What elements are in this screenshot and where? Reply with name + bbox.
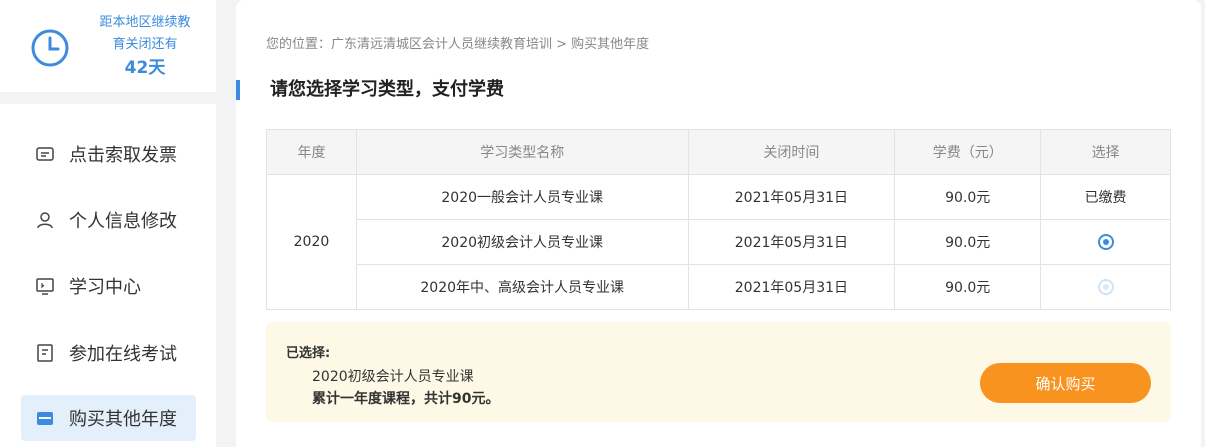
sidebar: 距本地区继续教 育关闭还有 42天 点击索取发票 个人信息修改 学习中心 参加在… [0, 0, 216, 447]
user-icon [37, 212, 53, 229]
close-time: 2021年05月31日 [687, 264, 896, 310]
course-radio-selected[interactable] [1097, 234, 1114, 250]
main-content: 您的位置：广东清远清城区会计人员继续教育培训 > 购买其他年度 请您选择学习类型… [236, 0, 1201, 447]
summary-course: 2020初级会计人员专业课 [312, 369, 474, 385]
header-close-time: 关闭时间 [687, 129, 896, 175]
invoice-icon [36, 147, 54, 161]
table-row: 2020 2020一般会计人员专业课 2021年05月31日 90.0元 已缴费 [266, 174, 1171, 310]
countdown-text: 距本地区继续教 育关闭还有 42天 [80, 12, 210, 80]
table-header-row: 年度 学习类型名称 关闭时间 学费（元） 选择 [266, 129, 1171, 175]
countdown-panel: 距本地区继续教 育关闭还有 42天 [0, 0, 216, 92]
close-time: 2021年05月31日 [687, 219, 896, 265]
header-fee: 学费（元） [894, 129, 1042, 175]
fee: 90.0元 [894, 219, 1042, 265]
sidebar-item-profile[interactable]: 个人信息修改 [21, 197, 196, 243]
course-name: 2020初级会计人员专业课 [355, 219, 689, 265]
header-name: 学习类型名称 [355, 129, 689, 175]
countdown-line2: 育关闭还有 [112, 37, 178, 52]
close-time: 2021年05月31日 [687, 174, 896, 220]
course-name: 2020年中、高级会计人员专业课 [355, 264, 689, 310]
table-row: 2020初级会计人员专业课 2021年05月31日 90.0元 [267, 219, 1171, 265]
sidebar-item-study-center[interactable]: 学习中心 [21, 263, 196, 309]
header-year: 年度 [266, 129, 357, 175]
sidebar-item-invoice[interactable]: 点击索取发票 [21, 131, 196, 177]
course-radio-disabled[interactable] [1097, 279, 1114, 295]
sidebar-item-purchase[interactable]: 购买其他年度 [21, 395, 196, 441]
sidebar-menu: 点击索取发票 个人信息修改 学习中心 参加在线考试 购买其他年度 [0, 104, 216, 447]
sidebar-item-label: 点击索取发票 [69, 145, 177, 166]
sidebar-item-label: 参加在线考试 [69, 344, 177, 365]
breadcrumb: 您的位置：广东清远清城区会计人员继续教育培训 > 购买其他年度 [266, 37, 650, 52]
sidebar-item-exam[interactable]: 参加在线考试 [21, 330, 196, 376]
clock-icon [31, 29, 69, 67]
exam-icon [37, 344, 53, 362]
select-cell [1040, 264, 1171, 310]
fee: 90.0元 [894, 174, 1042, 220]
summary-label: 已选择: [286, 346, 331, 361]
sidebar-item-label: 个人信息修改 [69, 211, 177, 232]
confirm-purchase-button[interactable]: 确认购买 [980, 363, 1151, 403]
table-row: 2020年中、高级会计人员专业课 2021年05月31日 90.0元 [267, 264, 1171, 310]
sidebar-item-label: 购买其他年度 [69, 409, 177, 430]
countdown-days: 42天 [124, 58, 166, 78]
course-name: 2020一般会计人员专业课 [355, 174, 689, 220]
header-select: 选择 [1040, 129, 1171, 175]
section-title: 请您选择学习类型，支付学费 [236, 80, 504, 100]
purchase-icon [37, 412, 53, 425]
summary-total: 累计一年度课程，共计90元。 [312, 391, 500, 407]
select-cell [1040, 219, 1171, 265]
year-cell: 2020 [266, 174, 357, 310]
countdown-line1: 距本地区继续教 [99, 15, 191, 30]
course-table: 年度 学习类型名称 关闭时间 学费（元） 选择 2020 2020一般会计人员专… [266, 129, 1171, 310]
monitor-icon [36, 278, 54, 295]
fee: 90.0元 [894, 264, 1042, 310]
paid-status: 已缴费 [1040, 174, 1171, 220]
selection-summary: 已选择: 2020初级会计人员专业课 累计一年度课程，共计90元。 确认购买 [266, 322, 1171, 422]
sidebar-item-label: 学习中心 [69, 277, 141, 298]
